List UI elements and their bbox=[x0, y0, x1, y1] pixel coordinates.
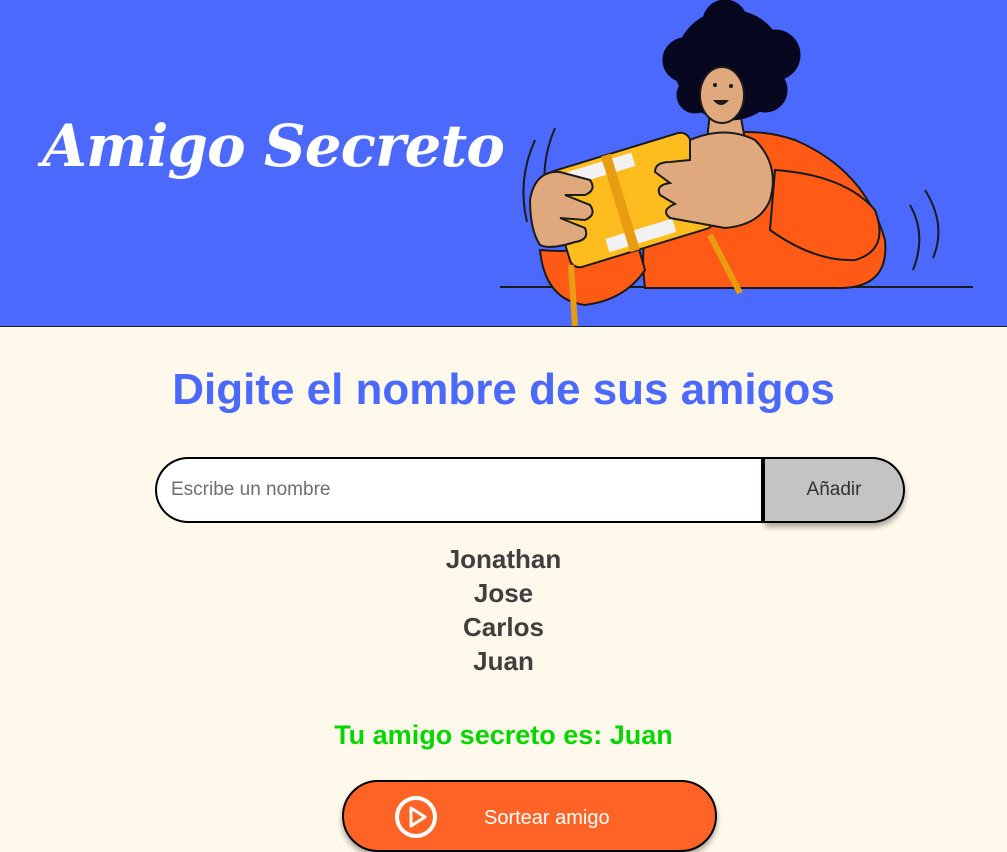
add-button[interactable]: Añadir bbox=[765, 457, 905, 523]
page-heading: Digite el nombre de sus amigos bbox=[172, 365, 835, 414]
draw-button-label: Sortear amigo bbox=[484, 807, 610, 829]
draw-friend-button[interactable]: Sortear amigo bbox=[342, 780, 717, 852]
app-title: Amigo Secreto bbox=[42, 112, 505, 180]
add-friend-row: Añadir bbox=[155, 457, 905, 523]
friend-list: Jonathan Jose Carlos Juan bbox=[0, 542, 1007, 678]
list-item: Jonathan bbox=[445, 544, 562, 574]
list-item: Jose bbox=[473, 578, 534, 608]
play-circle-icon bbox=[395, 796, 437, 838]
name-input[interactable] bbox=[155, 457, 765, 523]
list-item: Carlos bbox=[463, 612, 544, 642]
result-text: Tu amigo secreto es: Juan bbox=[334, 720, 673, 750]
person-holding-gift-illustration bbox=[500, 0, 973, 326]
list-item: Juan bbox=[473, 646, 534, 676]
header-banner: Amigo Secreto bbox=[0, 0, 1007, 327]
